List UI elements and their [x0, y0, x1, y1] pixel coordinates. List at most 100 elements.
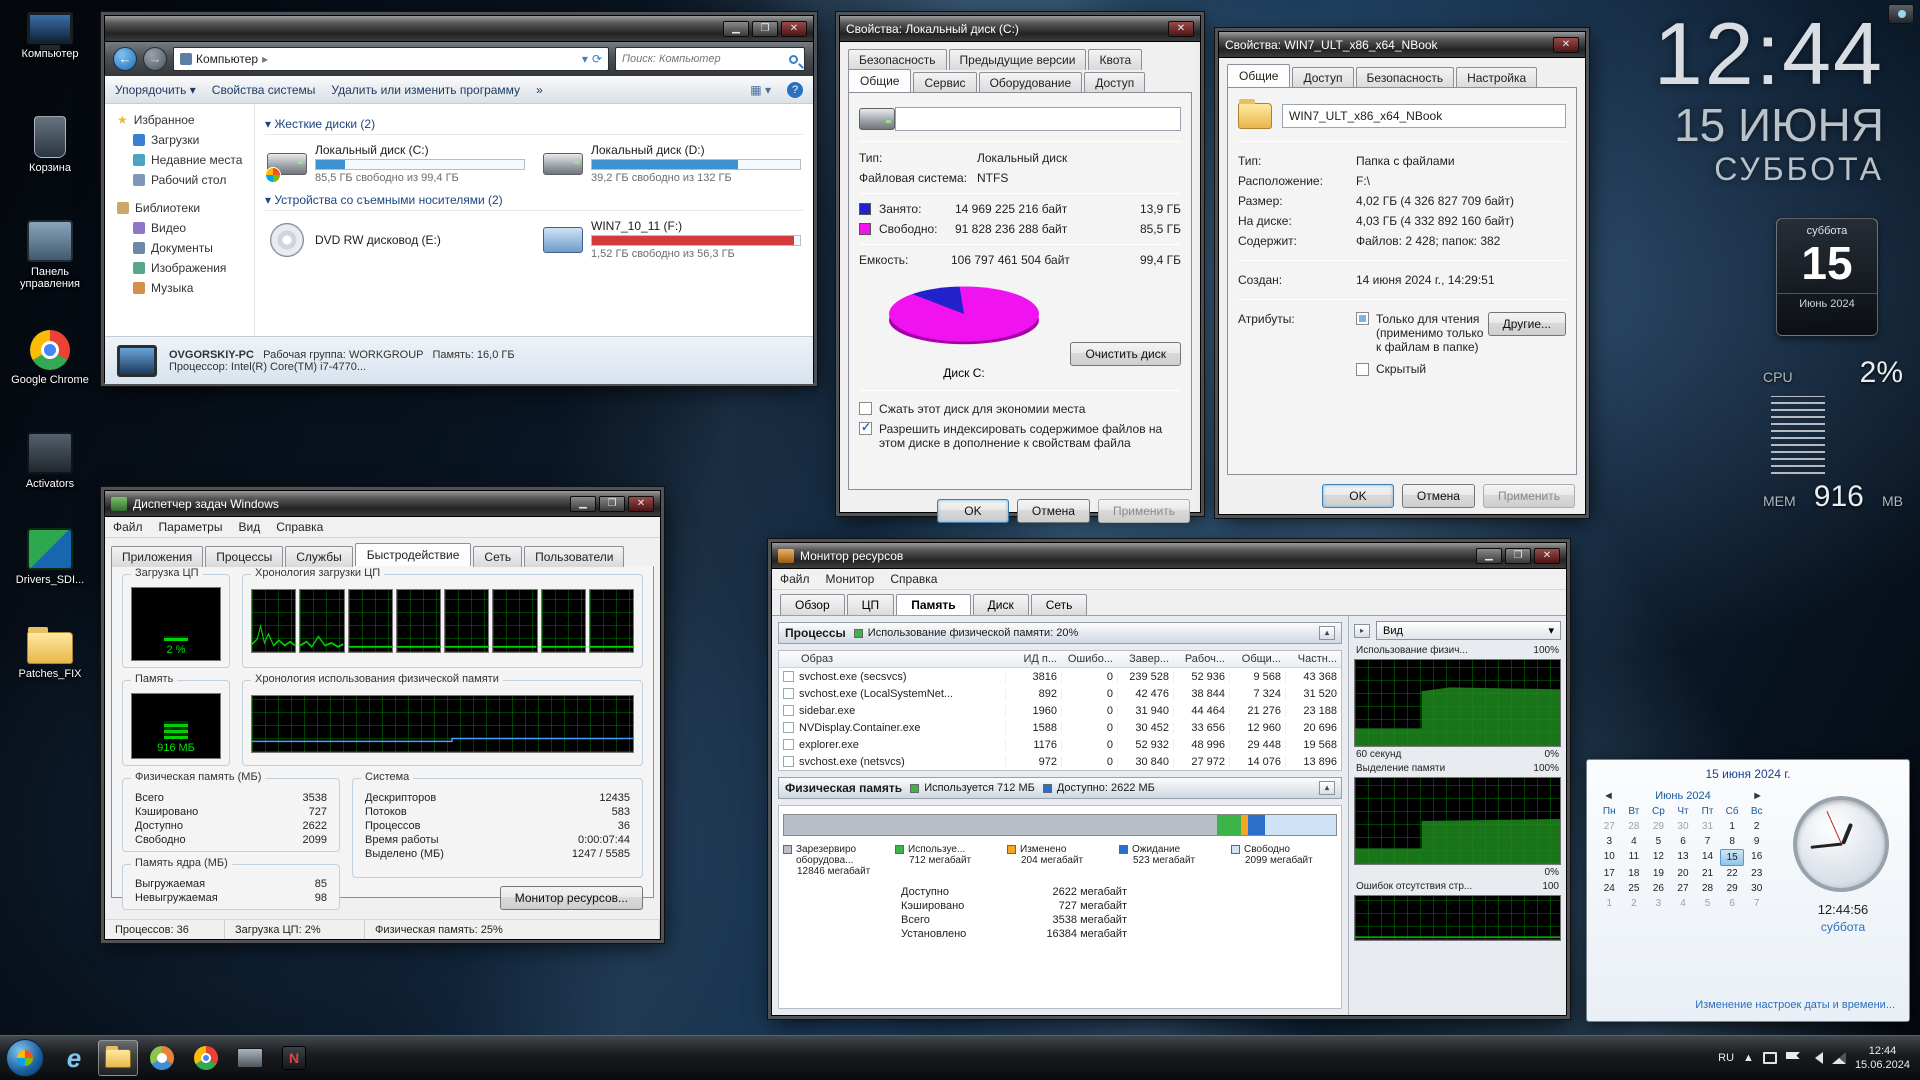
- prev-month-icon[interactable]: ◄: [1603, 790, 1614, 802]
- calendar-day[interactable]: 10: [1597, 849, 1622, 866]
- apply-button[interactable]: Применить: [1098, 499, 1190, 523]
- menu-file[interactable]: Файл: [772, 570, 818, 588]
- tab-tools[interactable]: Сервис: [913, 72, 976, 93]
- help-icon[interactable]: ?: [787, 82, 803, 98]
- process-row[interactable]: svchost.exe (secsvcs) 38160239 52852 936…: [779, 668, 1341, 685]
- tab-users[interactable]: Пользователи: [524, 546, 624, 567]
- process-row[interactable]: sidebar.exe 1960031 94044 46421 27623 18…: [779, 702, 1341, 719]
- calendar-day[interactable]: 13: [1671, 849, 1696, 866]
- physical-memory-section-header[interactable]: Физическая память Используется 712 МБ До…: [778, 777, 1342, 799]
- calendar-day[interactable]: 5: [1646, 834, 1671, 849]
- close-button[interactable]: ✕: [781, 21, 807, 37]
- minimize-button[interactable]: ▁: [570, 496, 596, 512]
- calendar-day[interactable]: 30: [1671, 819, 1696, 834]
- tab-applications[interactable]: Приложения: [111, 546, 203, 567]
- collapse-chevron-icon[interactable]: ▴: [1319, 781, 1335, 795]
- calendar-day[interactable]: 27: [1671, 881, 1696, 896]
- maximize-button[interactable]: ❐: [1505, 548, 1531, 564]
- menu-view[interactable]: Вид: [230, 518, 268, 536]
- calendar-day[interactable]: 22: [1720, 866, 1745, 881]
- sidebar-item-favorites[interactable]: ★Избранное: [105, 110, 254, 130]
- tray-action-center-icon[interactable]: [1786, 1052, 1800, 1064]
- index-checkbox[interactable]: [859, 422, 872, 435]
- sidebar-item-downloads[interactable]: Загрузки: [105, 130, 254, 150]
- taskbar-app-icon[interactable]: N: [274, 1040, 314, 1076]
- calendar-day[interactable]: 4: [1671, 896, 1696, 911]
- taskbar-explorer-icon[interactable]: [98, 1040, 138, 1076]
- window-titlebar[interactable]: Диспетчер задач Windows ▁ ❐ ✕: [105, 491, 660, 517]
- ok-button[interactable]: OK: [1322, 484, 1394, 508]
- compress-checkbox[interactable]: [859, 402, 872, 415]
- tab-previous-versions[interactable]: Предыдущие версии: [949, 49, 1087, 70]
- calendar-day[interactable]: 31: [1695, 819, 1720, 834]
- calendar-day[interactable]: 5: [1695, 896, 1720, 911]
- tray-clock[interactable]: 12:44 15.06.2024: [1855, 1044, 1910, 1072]
- tab-disk[interactable]: Диск: [973, 594, 1029, 615]
- process-checkbox[interactable]: [783, 739, 794, 750]
- breadcrumb[interactable]: Компьютер: [196, 52, 258, 66]
- dialog-titlebar[interactable]: Свойства: Локальный диск (C:) ✕: [840, 16, 1200, 42]
- close-button[interactable]: ✕: [628, 496, 654, 512]
- search-box[interactable]: [615, 47, 805, 71]
- desktop-icon-computer[interactable]: Компьютер: [8, 12, 92, 60]
- minimize-button[interactable]: ▁: [723, 21, 749, 37]
- cpu-mem-gadget[interactable]: CPU 2% MEM 916 MB: [1763, 356, 1903, 528]
- back-button[interactable]: ←: [113, 47, 137, 71]
- desktop-icon-control-panel[interactable]: Панель управления: [8, 220, 92, 290]
- address-dropdown-icon[interactable]: ▾: [582, 52, 588, 66]
- maximize-button[interactable]: ❐: [599, 496, 625, 512]
- close-button[interactable]: ✕: [1168, 21, 1194, 37]
- calendar-month-label[interactable]: Июнь 2024: [1655, 790, 1711, 802]
- calendar-day[interactable]: 11: [1622, 849, 1647, 866]
- next-month-icon[interactable]: ►: [1752, 790, 1763, 802]
- tray-volume-icon[interactable]: [1809, 1052, 1823, 1064]
- cancel-button[interactable]: Отмена: [1402, 484, 1475, 508]
- calendar-gadget[interactable]: суббота 15 Июнь 2024: [1776, 218, 1878, 336]
- calendar-day[interactable]: 19: [1646, 866, 1671, 881]
- search-input[interactable]: [622, 53, 789, 65]
- taskbar-ie-icon[interactable]: e: [54, 1040, 94, 1076]
- drive-item-f[interactable]: WIN7_10_11 (F:) 1,52 ГБ свободно из 56,3…: [541, 217, 803, 262]
- calendar-day[interactable]: 14: [1695, 849, 1720, 866]
- calendar-day[interactable]: 2: [1744, 819, 1769, 834]
- system-properties-button[interactable]: Свойства системы: [212, 83, 316, 97]
- volume-label-input[interactable]: [895, 107, 1181, 131]
- desktop-icon-patches-fix[interactable]: Patches_FIX: [8, 632, 92, 680]
- menu-options[interactable]: Параметры: [151, 518, 231, 536]
- minimize-button[interactable]: ▁: [1476, 548, 1502, 564]
- calendar-day[interactable]: 20: [1671, 866, 1696, 881]
- toolbar-more-button[interactable]: »: [536, 83, 543, 97]
- tab-processes[interactable]: Процессы: [205, 546, 283, 567]
- calendar-day[interactable]: 21: [1695, 866, 1720, 881]
- calendar-day[interactable]: 6: [1671, 834, 1696, 849]
- process-row[interactable]: explorer.exe 1176052 93248 99629 44819 5…: [779, 736, 1341, 753]
- refresh-icon[interactable]: ⟳: [592, 52, 602, 66]
- collapse-chevron-icon[interactable]: ▴: [1319, 626, 1335, 640]
- forward-button[interactable]: →: [143, 47, 167, 71]
- folder-name-input[interactable]: [1282, 104, 1566, 128]
- sidebar-item-desktop[interactable]: Рабочий стол: [105, 170, 254, 190]
- sidebar-item-libraries[interactable]: Библиотеки: [105, 198, 254, 218]
- process-row[interactable]: svchost.exe (LocalSystemNet... 892042 47…: [779, 685, 1341, 702]
- tab-customize[interactable]: Настройка: [1456, 67, 1537, 88]
- apply-button[interactable]: Применить: [1483, 484, 1575, 508]
- corner-widget-icon[interactable]: [1888, 4, 1914, 24]
- other-attributes-button[interactable]: Другие...: [1488, 312, 1566, 336]
- uninstall-button[interactable]: Удалить или изменить программу: [331, 83, 520, 97]
- process-checkbox[interactable]: [783, 688, 794, 699]
- process-row[interactable]: NVDisplay.Container.exe 1588030 45233 65…: [779, 719, 1341, 736]
- process-checkbox[interactable]: [783, 722, 794, 733]
- calendar-day[interactable]: 2: [1622, 896, 1647, 911]
- desktop-icon-drivers-sdi[interactable]: Drivers_SDI...: [8, 528, 92, 586]
- calendar-day[interactable]: 1: [1720, 819, 1745, 834]
- process-table-header[interactable]: Образ ИД п... Ошибо... Завер... Рабоч...…: [779, 651, 1341, 668]
- view-dropdown[interactable]: Вид▾: [1376, 621, 1561, 640]
- drive-item-c[interactable]: Локальный диск (C:) 85,5 ГБ свободно из …: [265, 141, 527, 186]
- tab-memory[interactable]: Память: [896, 594, 970, 615]
- tab-security[interactable]: Безопасность: [848, 49, 947, 70]
- explorer-titlebar[interactable]: ▁ ❐ ✕: [105, 16, 813, 42]
- tab-general[interactable]: Общие: [848, 69, 911, 92]
- calendar-day[interactable]: 7: [1695, 834, 1720, 849]
- calendar-day[interactable]: 18: [1622, 866, 1647, 881]
- calendar-day[interactable]: 25: [1622, 881, 1647, 896]
